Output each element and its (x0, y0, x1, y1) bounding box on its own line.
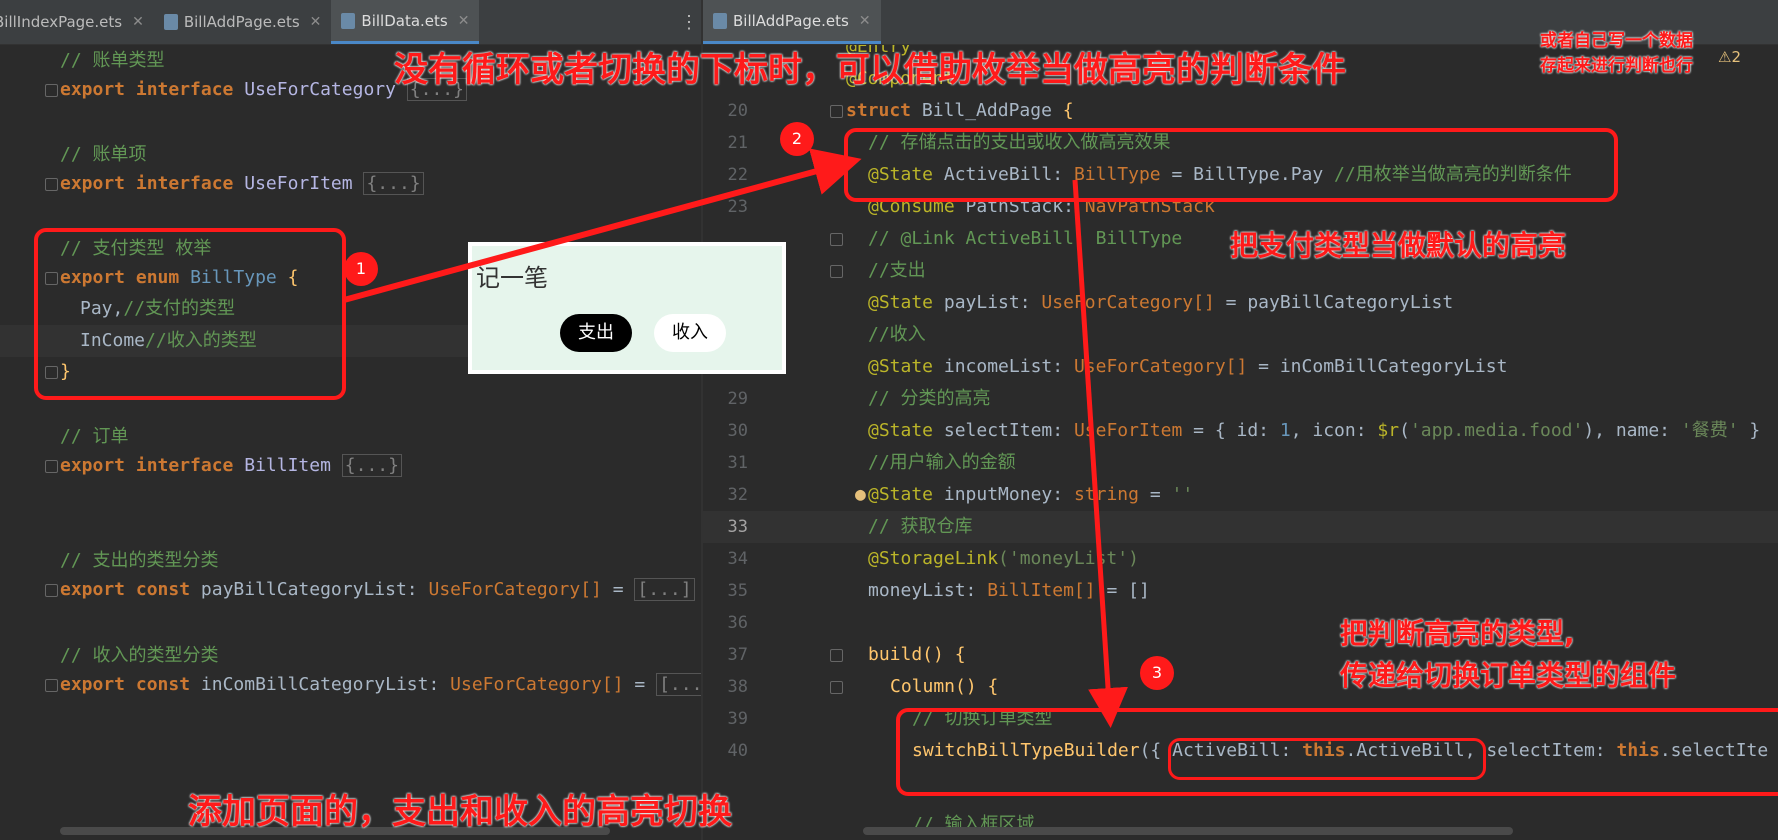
annotation-default: 把支付类型当做默认的高亮 (1230, 229, 1567, 262)
annotation-pass-1: 把判断高亮的类型, (1340, 617, 1575, 650)
annotation-top-right-1: 或者自己写一个数据 (1540, 31, 1693, 51)
annotation-top-right-2: 存起来进行判断也行 (1540, 56, 1693, 76)
annotation-pass-2: 传递给切换订单类型的组件 (1340, 659, 1677, 692)
arrow-state-to-builder (1072, 179, 1129, 728)
annotation-top: 没有循环或者切换的下标时，可以借助枚举当做高亮的判断条件 (394, 50, 1346, 90)
arrow-enum-to-state (343, 148, 862, 303)
annotation-bottom: 添加页面的，支出和收入的高亮切换 (188, 792, 732, 832)
annotation-arrows (343, 148, 1129, 728)
